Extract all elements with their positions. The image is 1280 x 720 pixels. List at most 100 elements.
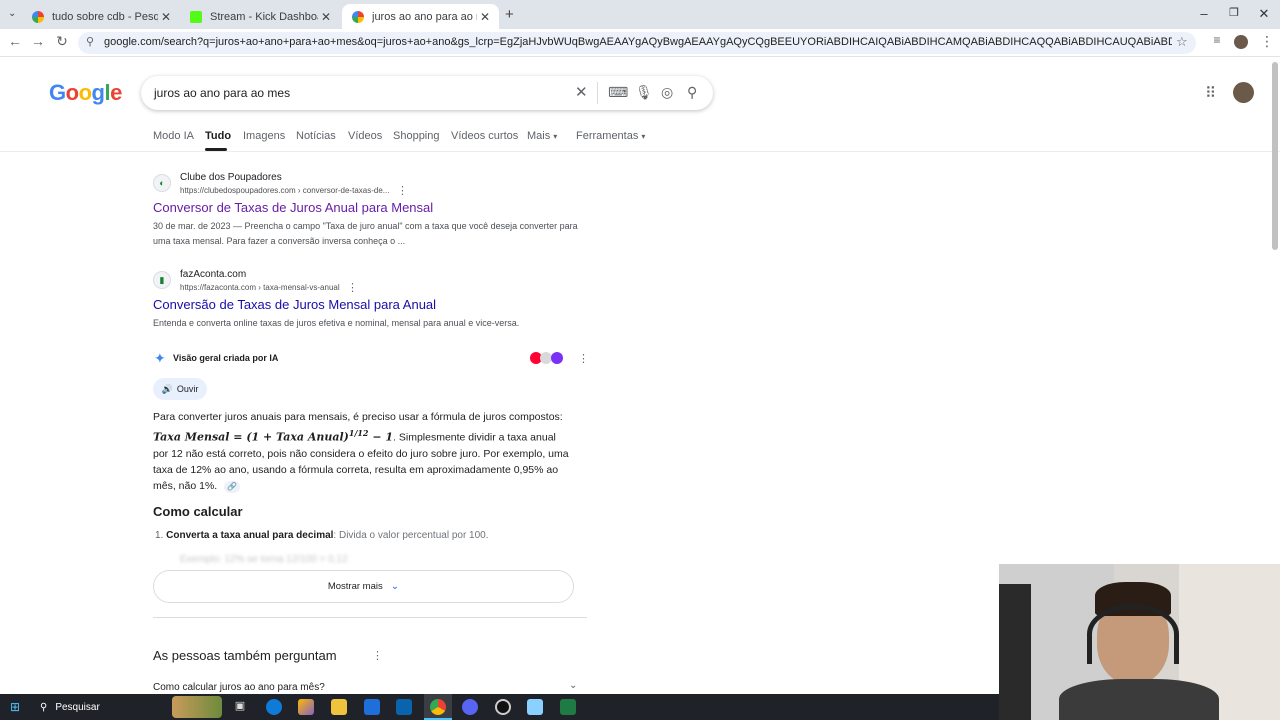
tab-modo-ia[interactable]: Modo IA <box>153 130 194 142</box>
more-options-icon[interactable]: ⋮ <box>347 281 358 294</box>
forward-icon[interactable]: → <box>28 33 48 49</box>
search-input[interactable]: juros ao ano para ao mes <box>154 86 290 100</box>
bookmark-star-icon[interactable]: ☆ <box>1176 34 1188 50</box>
notes-app-icon[interactable] <box>527 699 543 715</box>
task-view-icon[interactable]: ▣ <box>232 699 248 715</box>
new-tab-icon[interactable]: + <box>505 6 514 23</box>
google-apps-icon[interactable]: ⠿ <box>1205 84 1216 102</box>
edge-icon[interactable] <box>266 699 282 715</box>
more-options-icon[interactable]: ⋮ <box>397 184 408 197</box>
caret-down-icon: ▾ <box>641 132 646 141</box>
close-tab-icon[interactable]: ✕ <box>318 10 334 24</box>
ai-overview-text: Para converter juros anuais para mensais… <box>153 409 573 494</box>
tab-tudo[interactable]: Tudo <box>205 130 231 142</box>
result-url-crumb[interactable]: https://fazaconta.com › taxa-mensal-vs-a… <box>180 283 340 292</box>
tab-imagens[interactable]: Imagens <box>243 130 285 142</box>
close-tab-icon[interactable]: ✕ <box>477 10 493 24</box>
back-icon[interactable]: ← <box>5 33 25 49</box>
taskbar-search-label: Pesquisar <box>55 701 100 713</box>
ai-overview-label: Visão geral criada por IA <box>173 353 279 363</box>
tab-videos-curtos[interactable]: Vídeos curtos <box>451 130 518 142</box>
link-icon[interactable]: 🔗 <box>224 480 241 493</box>
menu-icon[interactable]: ⋮ <box>1257 33 1277 50</box>
file-explorer-icon[interactable] <box>331 699 347 715</box>
chevron-down-icon[interactable]: ⌄ <box>569 680 577 691</box>
step-1: 1. Converta a taxa anual para decimal: D… <box>155 530 489 541</box>
formula: Taxa Mensal = (1 + Taxa Anual) <box>153 430 349 444</box>
search-icon[interactable]: ⚲ <box>687 84 697 101</box>
tab-noticias[interactable]: Notícias <box>296 130 336 142</box>
tab-search-icon[interactable]: ⌄ <box>8 8 16 19</box>
tab-title: tudo sobre cdb - Pesquisa Goo <box>52 10 158 23</box>
result-title-link[interactable]: Conversão de Taxas de Juros Mensal para … <box>153 297 436 312</box>
obs-icon[interactable] <box>495 699 511 715</box>
browser-tab-1[interactable]: tudo sobre cdb - Pesquisa Goo ✕ <box>22 4 180 29</box>
calculator-icon[interactable] <box>560 699 576 715</box>
tab-mais[interactable]: Mais ▾ <box>527 130 557 142</box>
google-logo[interactable]: Google <box>49 80 122 106</box>
microphone-icon[interactable]: 🎙 <box>635 84 653 101</box>
step-number: 1. <box>155 530 167 541</box>
chrome-icon[interactable] <box>430 699 446 715</box>
close-tab-icon[interactable]: ✕ <box>158 10 174 24</box>
store-icon[interactable] <box>364 699 380 715</box>
step-2-faded: Exemplo: 12% se torna 12/100 = 0,12 <box>180 554 348 565</box>
lens-icon[interactable]: ◎ <box>661 84 673 101</box>
nav-divider <box>0 151 1280 152</box>
reload-icon[interactable]: ↻ <box>52 33 72 50</box>
search-box[interactable]: juros ao ano para ao mes ✕ ⌨ 🎙 ◎ ⚲ <box>141 76 713 110</box>
ai-more-options-icon[interactable]: ⋮ <box>578 352 589 365</box>
section-divider <box>153 617 587 618</box>
formula-exponent: 1/12 <box>348 428 369 438</box>
chevron-down-icon: ⌄ <box>390 581 400 592</box>
close-window-icon[interactable]: ✕ <box>1249 6 1279 22</box>
site-favicon-icon: ◐ <box>153 174 171 192</box>
chart-source-icon <box>551 352 563 364</box>
windows-taskbar: ⊞ ⚲ Pesquisar ▣ <box>0 694 999 720</box>
ai-sources-icons[interactable] <box>530 352 564 364</box>
copilot-icon[interactable] <box>298 699 314 715</box>
ai-text-intro: Para converter juros anuais para mensais… <box>153 411 563 423</box>
keyboard-icon[interactable]: ⌨ <box>608 84 628 101</box>
result-url-crumb[interactable]: https://clubedospoupadores.com › convers… <box>180 186 389 195</box>
outlook-icon[interactable] <box>396 699 412 715</box>
site-info-icon[interactable]: ⚲ <box>86 35 94 48</box>
paa-more-options-icon[interactable]: ⋮ <box>372 649 383 662</box>
tab-videos[interactable]: Vídeos <box>348 130 382 142</box>
result-title-link[interactable]: Conversor de Taxas de Juros Anual para M… <box>153 200 433 215</box>
listen-label: Ouvir <box>176 384 199 394</box>
tab-ferramentas-label: Ferramentas <box>576 130 639 142</box>
media-controls-icon[interactable]: ≡ <box>1207 33 1227 47</box>
formula-tail: − 1 <box>368 430 394 444</box>
tab-mais-label: Mais <box>527 130 551 142</box>
how-to-heading: Como calcular <box>153 504 243 519</box>
browser-toolbar: ← → ↻ ⚲ google.com/search?q=juros+ao+ano… <box>0 29 1280 57</box>
restore-icon[interactable]: ❐ <box>1219 6 1249 19</box>
kick-favicon-icon <box>190 10 202 23</box>
clear-icon[interactable]: ✕ <box>575 83 588 101</box>
tab-ferramentas[interactable]: Ferramentas ▾ <box>576 130 645 142</box>
profile-avatar[interactable] <box>1234 35 1248 49</box>
show-more-label: Mostrar mais <box>327 581 383 592</box>
people-also-ask-heading: As pessoas também perguntam <box>153 648 337 663</box>
account-avatar[interactable] <box>1233 82 1254 103</box>
tab-shopping[interactable]: Shopping <box>393 130 440 142</box>
result-site-name[interactable]: fazAconta.com <box>180 269 246 280</box>
windows-start-icon[interactable]: ⊞ <box>10 700 20 714</box>
discord-icon[interactable] <box>462 699 478 715</box>
google-favicon-icon <box>352 10 364 23</box>
ai-sparkle-icon: ✦ <box>154 350 166 366</box>
browser-tab-3[interactable]: juros ao ano para ao mes - Pes ✕ <box>342 4 499 29</box>
address-bar[interactable]: ⚲ google.com/search?q=juros+ao+ano+para+… <box>78 32 1196 54</box>
listen-button[interactable]: 🔊 Ouvir <box>153 378 207 400</box>
result-snippet: Entenda e converta online taxas de juros… <box>153 318 520 328</box>
result-site-name[interactable]: Clube dos Poupadores <box>180 172 282 183</box>
page-scrollbar[interactable] <box>1272 62 1278 250</box>
browser-tab-2[interactable]: Stream - Kick Dashboard ✕ <box>180 4 340 29</box>
search-icon: ⚲ <box>40 701 48 713</box>
tab-title: Stream - Kick Dashboard <box>210 10 318 23</box>
show-more-button[interactable]: Mostrar mais ⌄ <box>153 570 574 603</box>
paa-question[interactable]: Como calcular juros ao ano para mês? <box>153 682 325 693</box>
minimize-icon[interactable]: – <box>1189 6 1219 21</box>
step-1-text: : Divida o valor percentual por 100. <box>333 530 489 541</box>
